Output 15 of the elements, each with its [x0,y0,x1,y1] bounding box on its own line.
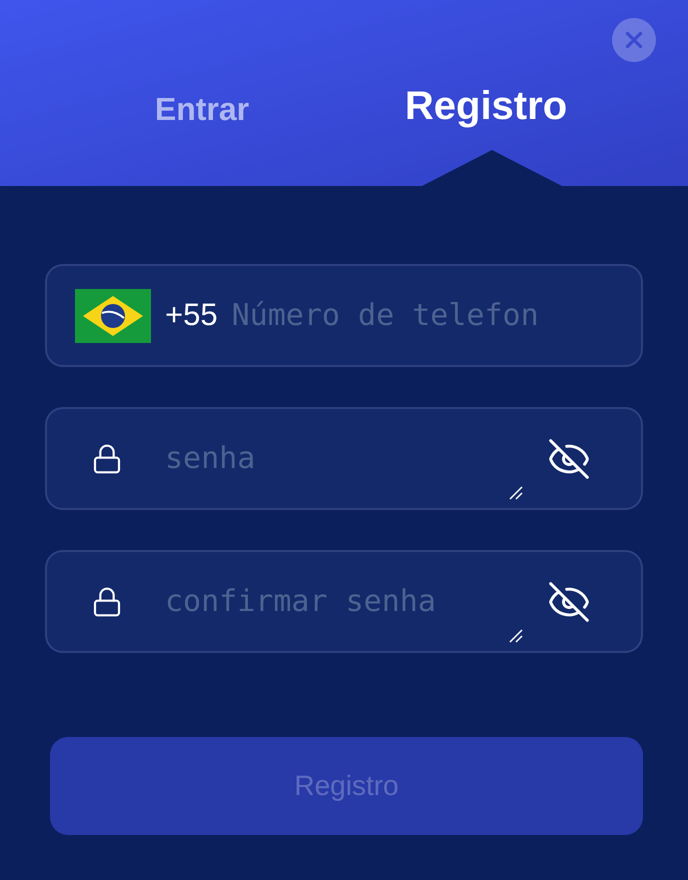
brazil-flag-icon [75,288,151,342]
phone-field[interactable]: +55 Número de telefon [45,264,643,367]
password-input[interactable]: confirmar senha [165,579,547,624]
eye-off-icon [547,580,591,624]
eye-off-icon [547,436,591,480]
password-field[interactable]: senha [45,407,643,510]
toggle-visibility-button[interactable] [547,436,591,480]
resize-handle-icon [509,486,523,500]
country-code: +55 [165,296,218,334]
phone-input[interactable]: Número de telefon [232,293,592,338]
resize-handle-icon [509,629,523,643]
password-input[interactable]: senha [165,436,547,481]
password-field[interactable]: confirmar senha [45,550,643,653]
tab[interactable]: Registro [404,76,568,136]
toggle-visibility-button[interactable] [547,580,591,624]
